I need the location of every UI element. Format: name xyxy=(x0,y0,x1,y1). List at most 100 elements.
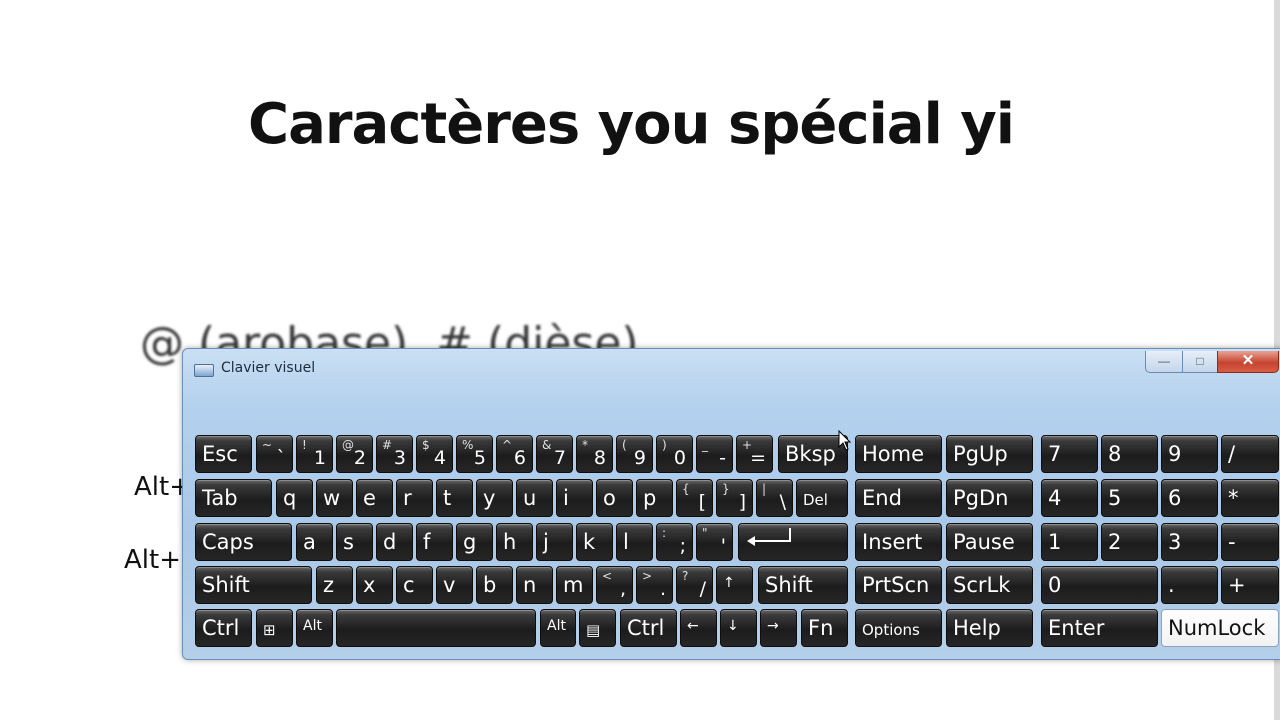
key-left-shift[interactable]: Shift xyxy=(195,566,312,604)
key-options[interactable]: Options xyxy=(855,609,942,647)
key-numlock[interactable]: NumLock xyxy=(1161,609,1279,647)
key-n[interactable]: n xyxy=(516,566,553,604)
key-num-7[interactable]: 7 xyxy=(1041,435,1098,473)
key-s[interactable]: s xyxy=(336,523,373,561)
key-num-8[interactable]: 8 xyxy=(1101,435,1158,473)
key-prtscn[interactable]: PrtScn xyxy=(855,566,942,604)
key-g[interactable]: g xyxy=(456,523,493,561)
key-w[interactable]: w xyxy=(316,479,353,517)
minimize-button[interactable]: — xyxy=(1145,351,1183,373)
key-comma[interactable]: <, xyxy=(596,566,633,604)
key-num-5[interactable]: 5 xyxy=(1101,479,1158,517)
key-caps[interactable]: Caps xyxy=(195,523,292,561)
key-i[interactable]: i xyxy=(556,479,593,517)
key-num-divide[interactable]: / xyxy=(1221,435,1279,473)
key-k[interactable]: k xyxy=(576,523,613,561)
key-fn[interactable]: Fn xyxy=(801,609,848,647)
key-2[interactable]: @2 xyxy=(336,435,373,473)
key-4[interactable]: $4 xyxy=(416,435,453,473)
key-m[interactable]: m xyxy=(556,566,593,604)
key-t[interactable]: t xyxy=(436,479,473,517)
key-1[interactable]: ! 1 xyxy=(296,435,333,473)
key-num-6[interactable]: 6 xyxy=(1161,479,1218,517)
key-left-alt[interactable]: Alt xyxy=(296,609,333,647)
key-p[interactable]: p xyxy=(636,479,673,517)
key-x[interactable]: x xyxy=(356,566,393,604)
key-right-ctrl[interactable]: Ctrl xyxy=(620,609,677,647)
key-8[interactable]: * 8 xyxy=(576,435,613,473)
key-pgdn[interactable]: PgDn xyxy=(946,479,1033,517)
key-up-arrow[interactable]: ↑ xyxy=(716,566,753,604)
window-title: Clavier visuel xyxy=(221,360,316,376)
key-pause[interactable]: Pause xyxy=(946,523,1033,561)
key-end[interactable]: End xyxy=(855,479,942,517)
key-h[interactable]: h xyxy=(496,523,533,561)
key-0[interactable]: ) 0 xyxy=(656,435,693,473)
key-esc[interactable]: Esc xyxy=(195,435,252,473)
key-slash[interactable]: ? / xyxy=(676,566,713,604)
key-num-decimal[interactable]: . xyxy=(1161,566,1218,604)
key-f[interactable]: f xyxy=(416,523,453,561)
key-scrlk[interactable]: ScrLk xyxy=(946,566,1033,604)
key-9[interactable]: (9 xyxy=(616,435,653,473)
on-screen-keyboard-window: Clavier visuel — □ ✕ Esc ~ ` ! 1 @2 #3 $4 … xyxy=(182,348,1280,660)
key-left-bracket[interactable]: {[ xyxy=(676,479,713,517)
key-insert[interactable]: Insert xyxy=(855,523,942,561)
enter-arrow-icon xyxy=(747,528,791,546)
key-down-arrow[interactable]: ↓ xyxy=(720,609,757,647)
key-q[interactable]: q xyxy=(276,479,313,517)
key-tab[interactable]: Tab xyxy=(195,479,272,517)
key-num-1[interactable]: 1 xyxy=(1041,523,1098,561)
key-3[interactable]: #3 xyxy=(376,435,413,473)
key-num-add[interactable]: + xyxy=(1221,566,1279,604)
key-space[interactable] xyxy=(336,609,536,647)
key-y[interactable]: y xyxy=(476,479,513,517)
key-a[interactable]: a xyxy=(296,523,333,561)
key-num-multiply[interactable]: * xyxy=(1221,479,1279,517)
maximize-button[interactable]: □ xyxy=(1182,351,1218,373)
key-enter-main[interactable] xyxy=(738,523,848,561)
key-pgup[interactable]: PgUp xyxy=(946,435,1033,473)
key-z[interactable]: z xyxy=(316,566,353,604)
key-d[interactable]: d xyxy=(376,523,413,561)
key-b[interactable]: b xyxy=(476,566,513,604)
key-num-9[interactable]: 9 xyxy=(1161,435,1218,473)
key-u[interactable]: u xyxy=(516,479,553,517)
key-minus[interactable]: _ - xyxy=(696,435,733,473)
key-7[interactable]: & 7 xyxy=(536,435,573,473)
key-del[interactable]: Del xyxy=(796,479,848,517)
key-num-4[interactable]: 4 xyxy=(1041,479,1098,517)
key-equals[interactable]: + = xyxy=(736,435,773,473)
key-num-subtract[interactable]: - xyxy=(1221,523,1279,561)
key-num-2[interactable]: 2 xyxy=(1101,523,1158,561)
key-r[interactable]: r xyxy=(396,479,433,517)
key-quote[interactable]: " ' xyxy=(696,523,733,561)
key-period[interactable]: >. xyxy=(636,566,673,604)
key-left-ctrl[interactable]: Ctrl xyxy=(195,609,252,647)
key-semicolon[interactable]: :; xyxy=(656,523,693,561)
key-num-3[interactable]: 3 xyxy=(1161,523,1218,561)
key-right-bracket[interactable]: }] xyxy=(716,479,753,517)
key-tilde[interactable]: ~ ` xyxy=(256,435,293,473)
key-left-arrow[interactable]: ← xyxy=(680,609,717,647)
key-menu[interactable]: ▤ xyxy=(579,609,616,647)
key-e[interactable]: e xyxy=(356,479,393,517)
key-6[interactable]: ^ 6 xyxy=(496,435,533,473)
key-num-enter[interactable]: Enter xyxy=(1041,609,1158,647)
key-backslash[interactable]: | \ xyxy=(756,479,793,517)
key-right-arrow[interactable]: → xyxy=(760,609,797,647)
key-windows[interactable]: ⊞ xyxy=(256,609,293,647)
key-o[interactable]: o xyxy=(596,479,633,517)
key-5[interactable]: % 5 xyxy=(456,435,493,473)
key-v[interactable]: v xyxy=(436,566,473,604)
window-titlebar[interactable]: Clavier visuel — □ ✕ xyxy=(183,349,1280,389)
key-right-shift[interactable]: Shift xyxy=(758,566,848,604)
key-num-0[interactable]: 0 xyxy=(1041,566,1158,604)
key-j[interactable]: j xyxy=(536,523,573,561)
close-button[interactable]: ✕ xyxy=(1217,351,1279,373)
key-c[interactable]: c xyxy=(396,566,433,604)
key-help[interactable]: Help xyxy=(946,609,1033,647)
key-l[interactable]: l xyxy=(616,523,653,561)
key-home[interactable]: Home xyxy=(855,435,942,473)
key-right-alt[interactable]: Alt xyxy=(540,609,576,647)
